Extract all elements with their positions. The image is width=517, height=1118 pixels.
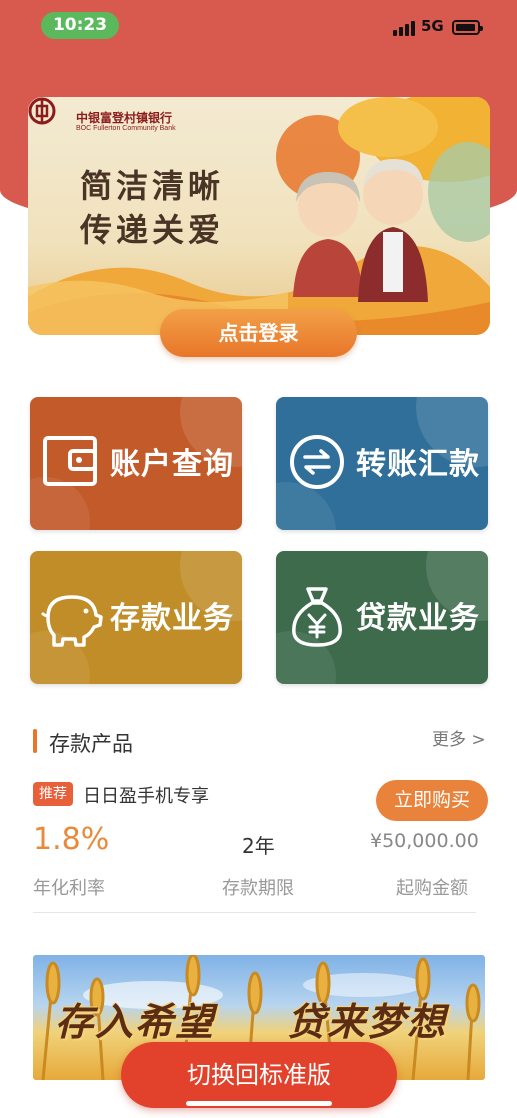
hero-slogan-line2: 传递关爱 <box>80 211 225 249</box>
annual-rate-label: 年化利率 <box>33 878 105 899</box>
min-amount-value: ¥50,000.00 <box>370 830 479 852</box>
tile-label: 贷款业务 <box>356 601 480 636</box>
tile-label: 存款业务 <box>110 601 234 636</box>
bank-name-en: BOC Fullerton Community Bank <box>76 125 176 132</box>
promo-text-right: 贷来梦想 <box>287 999 448 1044</box>
hero-slogan-line1: 简洁清晰 <box>80 167 225 205</box>
hero-banner[interactable]: 中银富登村镇银行 BOC Fullerton Community Bank 简洁… <box>28 97 490 335</box>
bank-name-cn: 中银富登村镇银行 <box>76 111 173 125</box>
home-indicator <box>186 1101 332 1106</box>
section-title: 存款产品 <box>49 732 133 756</box>
battery-icon <box>452 20 483 35</box>
recommend-badge: 推荐 <box>33 782 73 806</box>
loan-business-tile[interactable]: 贷款业务 <box>276 551 488 684</box>
signal-bars-icon <box>393 20 417 36</box>
status-time: 10:23 <box>41 12 119 39</box>
login-button[interactable]: 点击登录 <box>160 309 357 357</box>
status-bar: 10:23 5G <box>0 0 517 52</box>
tile-label: 账户查询 <box>110 447 234 482</box>
wallet-icon <box>43 436 97 486</box>
transfer-arrows-icon <box>290 435 344 489</box>
buy-now-button[interactable]: 立即购买 <box>376 780 488 821</box>
annual-rate-value: 1.8% <box>33 822 110 857</box>
switch-standard-version-button[interactable]: 切换回标准版 <box>121 1042 397 1108</box>
promo-text-left: 存入希望 <box>55 999 216 1044</box>
piggy-bank-icon <box>40 595 103 647</box>
account-query-tile[interactable]: 账户查询 <box>30 397 242 530</box>
min-amount-label: 起购金额 <box>396 878 468 899</box>
section-accent-bar <box>33 729 37 753</box>
more-link[interactable]: 更多 > <box>432 725 486 750</box>
bank-logo-icon <box>28 97 56 125</box>
divider <box>33 912 476 913</box>
deposit-term-value: 2年 <box>242 834 275 858</box>
tile-label: 转账汇款 <box>356 447 480 482</box>
deposit-term-label: 存款期限 <box>222 878 294 899</box>
network-type: 5G <box>421 17 444 35</box>
money-bag-icon <box>292 587 342 647</box>
transfer-tile[interactable]: 转账汇款 <box>276 397 488 530</box>
deposit-business-tile[interactable]: 存款业务 <box>30 551 242 684</box>
product-name[interactable]: 日日盈手机专享 <box>83 782 209 808</box>
